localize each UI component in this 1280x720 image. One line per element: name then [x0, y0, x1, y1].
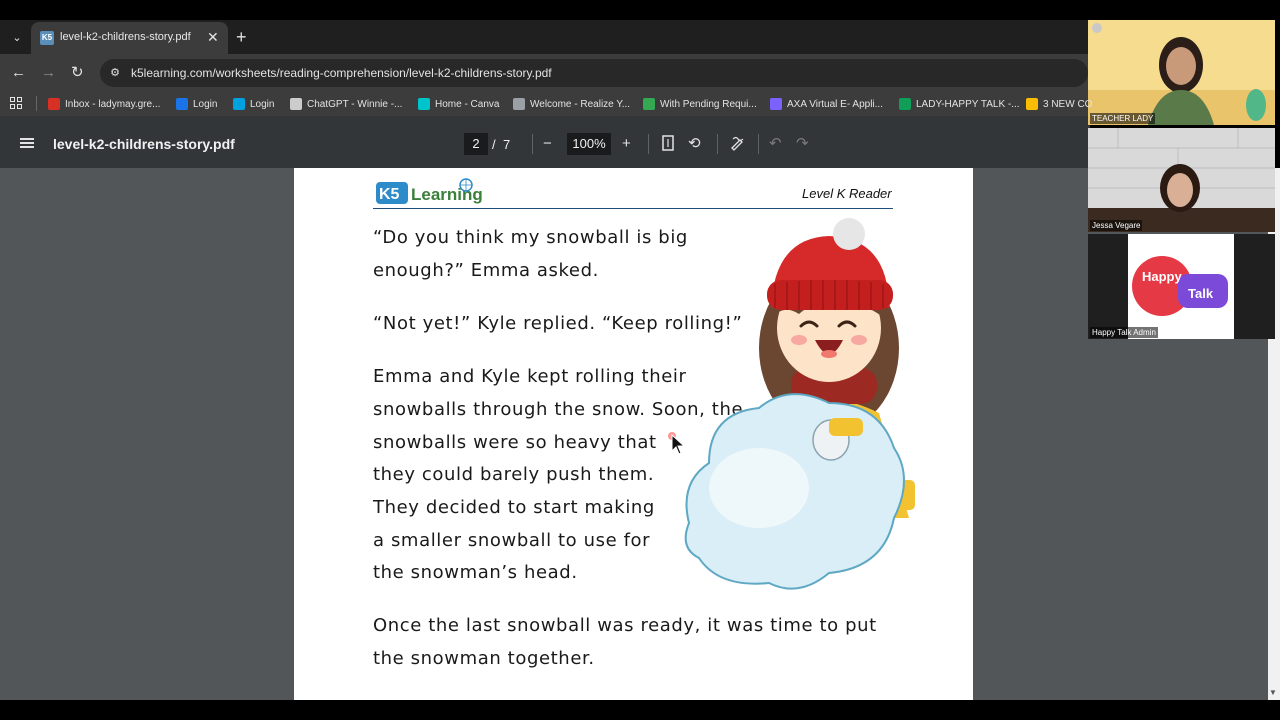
story-line: a smaller snowball to use for — [373, 530, 651, 551]
bookmark-label: Home - Canva — [435, 98, 500, 110]
bookmark-label: Login — [193, 98, 218, 110]
bookmark-label: Login — [250, 98, 275, 110]
bookmark-item[interactable]: AXA Virtual E- Appli... — [770, 96, 883, 112]
pdf-page: K5 Learning Level K Reader “Do you think… — [294, 168, 973, 700]
bookmark-item[interactable]: Home - Canva — [418, 96, 499, 112]
bookmark-label: LADY-HAPPY TALK -... — [916, 98, 1020, 110]
screen: ⌄ K5 level-k2-childrens-story.pdf ✕ + ← … — [0, 0, 1280, 720]
participant-tile-student[interactable]: Jessa Vegare — [1088, 128, 1275, 232]
zoom-level-input[interactable]: 100% — [567, 133, 611, 155]
story-line: they could barely push them. — [373, 464, 655, 485]
chatgpt-icon — [290, 98, 302, 110]
apps-grid-icon[interactable] — [10, 97, 23, 110]
teacher-video-icon — [1088, 20, 1275, 125]
participant-name: Happy Talk Admin — [1090, 327, 1158, 338]
story-line: They decided to start making — [373, 497, 655, 518]
k5-learning-logo: K5 Learning — [376, 178, 483, 204]
pdf-document-title: level-k2-childrens-story.pdf — [53, 136, 235, 152]
list-icon — [770, 98, 782, 110]
gmail-icon — [48, 98, 60, 110]
reload-icon[interactable]: ↻ — [71, 64, 84, 82]
tab-active[interactable]: K5 level-k2-childrens-story.pdf ✕ — [31, 22, 228, 54]
new-tab-plus-icon[interactable]: + — [236, 27, 247, 47]
bottom-bar — [0, 700, 1280, 720]
bookmark-label: Welcome - Realize Y... — [530, 98, 631, 110]
globe-icon — [513, 98, 525, 110]
story-line: the snowman together. — [373, 648, 595, 669]
student-video-icon — [1088, 128, 1275, 232]
undo-icon[interactable]: ↶ — [769, 135, 782, 153]
happy-talk-logo: Happy Talk — [1128, 234, 1234, 339]
back-arrow-icon[interactable]: ← — [11, 64, 26, 82]
page-separator: / — [492, 137, 496, 152]
story-line: Emma and Kyle kept rolling their — [373, 366, 687, 387]
toolbar-divider — [758, 134, 759, 154]
k5-favicon-icon: K5 — [40, 31, 54, 45]
canva-icon — [418, 98, 430, 110]
toolbar-divider — [648, 134, 649, 154]
url-text[interactable]: k5learning.com/worksheets/reading-compre… — [131, 66, 552, 80]
forward-arrow-icon[interactable]: → — [41, 64, 56, 82]
level-reader-header: Level K Reader — [802, 186, 892, 201]
site-info-icon[interactable]: ⚙ — [108, 66, 122, 80]
participant-tile-teacher[interactable]: TEACHER LADY — [1088, 20, 1275, 125]
svg-text:K5: K5 — [379, 186, 400, 203]
sheets-icon — [899, 98, 911, 110]
participant-tile-admin[interactable]: Happy Talk Happy Talk Admin — [1088, 234, 1275, 339]
participant-name: TEACHER LADY — [1090, 113, 1156, 124]
chat-icon — [643, 98, 655, 110]
bookmarks-divider — [36, 96, 37, 111]
page-number-input[interactable]: 2 — [464, 133, 488, 155]
bookmark-item[interactable]: ChatGPT - Winnie -... — [290, 96, 402, 112]
tab-title: level-k2-childrens-story.pdf — [60, 31, 191, 43]
drive-icon — [1026, 98, 1038, 110]
story-line: Once the last snowball was ready, it was… — [373, 615, 877, 636]
bookmark-item[interactable]: Login — [233, 96, 274, 112]
header-rule — [373, 208, 893, 209]
bookmark-label: 3 NEW CO — [1043, 98, 1093, 110]
menu-hamburger-icon[interactable] — [20, 138, 34, 148]
mouse-cursor-icon — [668, 432, 686, 455]
bookmark-item[interactable]: Inbox - ladymay.gre... — [48, 96, 160, 112]
bookmark-label: ChatGPT - Winnie -... — [307, 98, 403, 110]
bookmark-item[interactable]: Welcome - Realize Y... — [513, 96, 630, 112]
bookmark-label: With Pending Requi... — [660, 98, 757, 110]
fit-page-icon[interactable] — [662, 135, 674, 156]
bookmark-label: Inbox - ladymay.gre... — [65, 98, 161, 110]
scroll-down-arrow-icon[interactable]: ▼ — [1269, 688, 1277, 697]
annotate-pen-icon[interactable] — [730, 135, 746, 156]
girl-with-snowball-illustration — [684, 218, 915, 590]
logo-word-talk: Talk — [1188, 286, 1214, 301]
toolbar-divider — [717, 134, 718, 154]
bookmark-label: AXA Virtual E- Appli... — [787, 98, 883, 110]
tab-search-chevron-icon[interactable]: ⌄ — [8, 27, 26, 47]
logo-word-happy: Happy — [1142, 269, 1183, 284]
story-line: snowballs were so heavy that — [373, 432, 657, 453]
bookmark-item[interactable]: 3 NEW CO — [1026, 96, 1092, 112]
login-icon — [176, 98, 188, 110]
close-tab-icon[interactable]: ✕ — [207, 29, 219, 46]
bookmark-item[interactable]: Login — [176, 96, 217, 112]
participant-name: Jessa Vegare — [1090, 220, 1143, 231]
rotate-icon[interactable]: ⟲ — [688, 135, 701, 153]
toolbar-divider — [532, 134, 533, 154]
page-total: 7 — [503, 137, 511, 152]
story-line: enough?” Emma asked. — [373, 260, 599, 281]
bookmark-item[interactable]: LADY-HAPPY TALK -... — [899, 96, 1020, 112]
redo-icon[interactable]: ↷ — [796, 135, 809, 153]
bookmark-item[interactable]: With Pending Requi... — [643, 96, 757, 112]
story-line: “Do you think my snowball is big — [373, 227, 688, 248]
zoom-in-button[interactable]: + — [622, 135, 631, 153]
salesforce-icon — [233, 98, 245, 110]
story-line: the snowman’s head. — [373, 562, 578, 583]
zoom-out-button[interactable]: − — [543, 135, 552, 153]
